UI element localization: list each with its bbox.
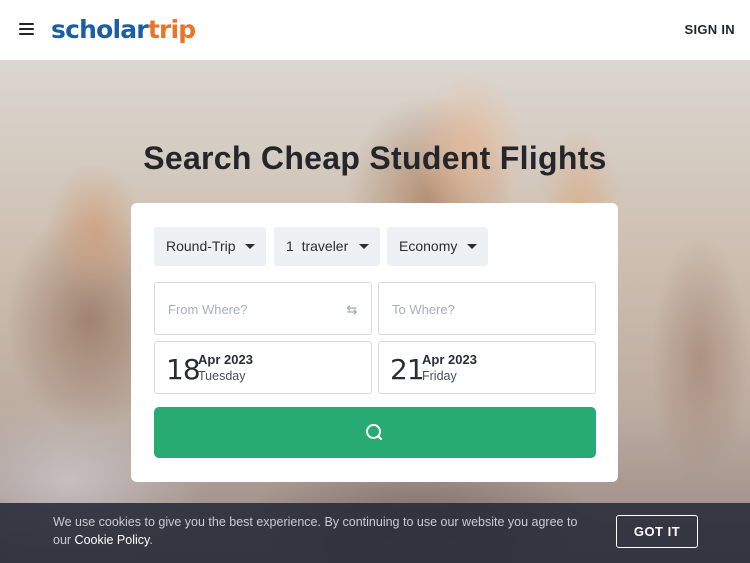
return-day: 21 (390, 353, 425, 386)
hamburger-menu-icon[interactable] (19, 23, 34, 36)
caret-down-icon (467, 244, 477, 249)
cookie-message: We use cookies to give you the best expe… (53, 513, 593, 549)
caret-down-icon (359, 244, 369, 249)
site-header: scholartrip SIGN IN (0, 0, 750, 60)
search-magnifier-icon (366, 424, 383, 441)
trip-type-dropdown[interactable]: Round-Trip (154, 227, 266, 266)
scholartrip-logo[interactable]: scholartrip (51, 14, 196, 46)
to-where-placeholder: To Where? (392, 302, 455, 317)
sign-in-link[interactable]: SIGN IN (685, 22, 736, 37)
cabin-class-value: Economy (399, 238, 458, 254)
logo-text-trip: trip (147, 15, 196, 44)
flight-search-form: Round-Trip 1 traveler Economy From Where… (131, 203, 618, 482)
logo-text-scholar: scholar (51, 15, 149, 44)
departure-weekday: Tuesday (198, 369, 246, 383)
return-date-picker[interactable]: 21 Apr 2023 Friday (378, 341, 596, 394)
travelers-dropdown[interactable]: 1 traveler (274, 227, 380, 266)
cookie-consent-banner: We use cookies to give you the best expe… (0, 503, 750, 563)
swap-arrows-icon[interactable]: ⇆ (345, 303, 359, 317)
departure-date-picker[interactable]: 18 Apr 2023 Tuesday (154, 341, 372, 394)
travelers-value: 1 traveler (286, 238, 349, 254)
departure-day: 18 (166, 353, 201, 386)
cookie-message-period: . (149, 533, 153, 547)
from-where-input[interactable]: From Where? ⇆ (154, 282, 372, 335)
departure-month-year: Apr 2023 (198, 352, 253, 367)
page-title: Search Cheap Student Flights (143, 140, 607, 176)
cabin-class-dropdown[interactable]: Economy (387, 227, 488, 266)
search-flights-button[interactable] (154, 407, 596, 458)
return-weekday: Friday (422, 369, 457, 383)
trip-type-value: Round-Trip (166, 238, 236, 254)
caret-down-icon (245, 244, 255, 249)
to-where-input[interactable]: To Where? (378, 282, 596, 335)
got-it-button[interactable]: GOT IT (616, 515, 698, 548)
cookie-policy-link[interactable]: Cookie Policy (75, 533, 150, 547)
from-where-placeholder: From Where? (168, 302, 248, 317)
return-month-year: Apr 2023 (422, 352, 477, 367)
